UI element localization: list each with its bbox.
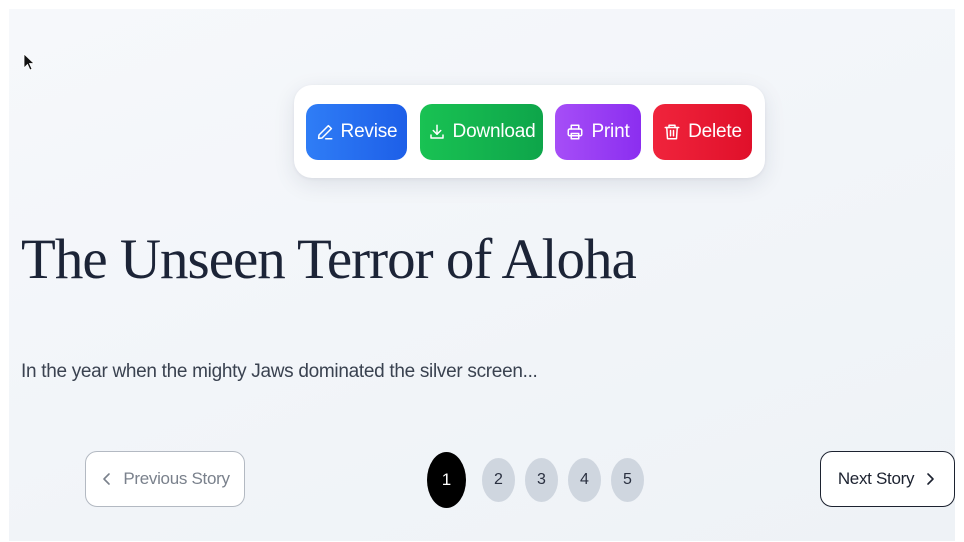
previous-story-button[interactable]: Previous Story <box>85 451 245 507</box>
download-icon <box>428 123 446 141</box>
chevron-left-icon <box>100 472 114 486</box>
revise-button[interactable]: Revise <box>306 104 407 160</box>
download-button[interactable]: Download <box>420 104 543 160</box>
next-story-label: Next Story <box>837 469 915 488</box>
print-label: Print <box>591 121 630 142</box>
delete-button[interactable]: Delete <box>653 104 752 160</box>
page-1-button[interactable]: 1 <box>427 452 466 508</box>
delete-label: Delete <box>688 121 742 142</box>
printer-icon <box>566 123 584 141</box>
story-title: The Unseen Terror of Aloha <box>21 228 637 291</box>
action-toolbar: Revise Download Print Delete <box>294 85 765 178</box>
revise-label: Revise <box>340 121 398 142</box>
page-4-button[interactable]: 4 <box>568 458 601 502</box>
mouse-cursor-icon <box>23 53 35 71</box>
page-5-button[interactable]: 5 <box>611 458 644 502</box>
pencil-icon <box>316 123 334 141</box>
trash-icon <box>663 123 681 141</box>
page-3-button[interactable]: 3 <box>525 458 558 502</box>
print-button[interactable]: Print <box>555 104 641 160</box>
story-page: Revise Download Print Delete The Unseen … <box>9 9 955 541</box>
download-label: Download <box>452 121 536 142</box>
next-story-button[interactable]: Next Story <box>820 451 955 507</box>
previous-story-label: Previous Story <box>123 469 230 488</box>
page-2-button[interactable]: 2 <box>482 458 515 502</box>
story-excerpt: In the year when the mighty Jaws dominat… <box>21 361 538 382</box>
chevron-right-icon <box>923 472 937 486</box>
